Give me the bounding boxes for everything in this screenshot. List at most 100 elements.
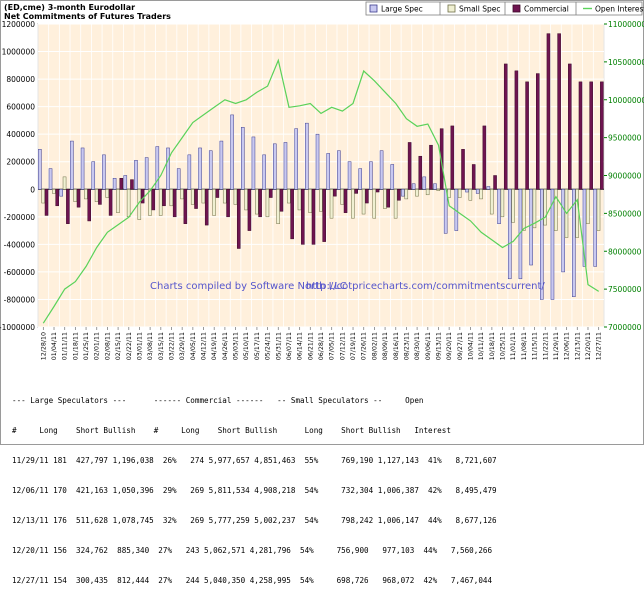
x-tick-label: 08/02/11: [371, 332, 378, 360]
bar-commercial: [172, 189, 177, 218]
bar-small-spec: [255, 189, 259, 215]
bar-large-spec: [144, 157, 149, 190]
bar-commercial: [311, 189, 316, 245]
bar-large-spec: [166, 147, 170, 190]
bar-commercial: [269, 189, 273, 198]
legend-open-interest-label: Open Interest: [595, 5, 644, 14]
x-tick-label: 11/29/11: [553, 332, 560, 360]
bar-large-spec: [358, 168, 362, 190]
y-tick-left: 600000: [6, 103, 35, 112]
bar-commercial: [375, 189, 380, 193]
bar-small-spec: [383, 189, 387, 209]
bar-commercial: [301, 189, 305, 245]
bar-commercial: [108, 189, 113, 216]
bar-large-spec: [379, 150, 384, 190]
bar-small-spec: [190, 189, 195, 205]
bar-commercial: [471, 164, 476, 190]
y-tick-right: 10500000: [608, 58, 644, 67]
bar-commercial: [397, 189, 401, 201]
bar-small-spec: [479, 189, 483, 200]
y-tick-right: 8000000: [608, 247, 642, 256]
bar-small-spec: [297, 189, 302, 211]
bar-small-spec: [148, 189, 152, 216]
bar-commercial: [119, 178, 124, 190]
bar-small-spec: [41, 189, 45, 204]
bar-large-spec: [102, 154, 106, 190]
legend-large-spec-label: Large Spec: [381, 5, 423, 14]
x-tick-label: 09/13/11: [435, 332, 442, 360]
bar-small-spec: [116, 189, 120, 213]
y-tick-right: 9000000: [608, 172, 642, 181]
bar-large-spec: [273, 143, 277, 190]
x-tick-label: 05/31/11: [275, 332, 282, 360]
bar-large-spec: [198, 147, 202, 190]
bar-small-spec: [425, 189, 430, 196]
bar-commercial: [418, 155, 423, 190]
bar-small-spec: [500, 189, 505, 218]
bar-commercial: [525, 81, 529, 190]
y-tick-right: 7500000: [608, 285, 642, 294]
bar-large-spec: [70, 140, 74, 190]
x-tick-label: 12/27/11: [596, 332, 603, 360]
x-tick-label: 01/04/11: [51, 332, 58, 360]
bar-large-spec: [262, 154, 266, 190]
bar-small-spec: [308, 189, 312, 213]
x-tick-label: 08/23/11: [403, 332, 410, 360]
bar-large-spec: [80, 147, 85, 190]
cot-chart: 1200000 1000000 800000 600000 400000 200000 0 -…: [0, 1, 644, 360]
y-tick-left: -1000000: [0, 323, 35, 332]
y-tick-left: -400000: [4, 240, 36, 249]
bar-large-spec: [326, 153, 330, 190]
bar-commercial: [322, 189, 326, 242]
x-tick-label: 02/22/11: [126, 332, 133, 360]
bar-large-spec: [561, 189, 565, 273]
bar-small-spec: [158, 189, 163, 216]
x-tick-label: 12/28/10: [40, 332, 47, 360]
bar-small-spec: [233, 189, 238, 205]
bar-commercial: [258, 189, 262, 218]
bar-commercial: [386, 189, 391, 208]
x-tick-label: 10/25/11: [500, 332, 507, 360]
bar-commercial: [536, 73, 540, 190]
x-tick-label: 03/15/11: [158, 332, 165, 360]
table-row: 12/27/11 154 300,435 812,444 27% 244 5,0…: [12, 576, 493, 585]
bar-small-spec: [84, 189, 88, 200]
x-tick-label: 08/16/11: [393, 332, 400, 360]
bar-large-spec: [91, 161, 96, 190]
bar-small-spec: [105, 189, 110, 198]
bar-large-spec: [411, 183, 416, 190]
bar-small-spec: [201, 189, 206, 204]
bar-large-spec: [219, 140, 224, 190]
bar-small-spec: [265, 189, 270, 218]
bar-large-spec: [315, 133, 320, 190]
x-tick-label: 09/20/11: [446, 332, 453, 360]
bar-commercial: [503, 63, 508, 190]
bar-large-spec: [486, 186, 491, 190]
y-tick-left: 1200000: [2, 20, 36, 29]
bar-commercial: [514, 70, 519, 190]
bar-commercial: [98, 189, 102, 205]
x-tick-label: 09/06/11: [425, 332, 432, 360]
x-tick-label: 12/20/11: [585, 332, 592, 360]
bar-large-spec: [38, 149, 42, 190]
watermark-line2: http://cotpricecharts.com/commitmentscur…: [306, 281, 545, 292]
bar-commercial: [66, 189, 70, 224]
y-tick-left: 0: [30, 185, 35, 194]
bar-commercial: [247, 189, 252, 231]
bar-large-spec: [422, 176, 427, 190]
bar-commercial: [461, 149, 465, 190]
bar-commercial: [589, 81, 593, 190]
bar-commercial: [450, 125, 455, 190]
bar-commercial: [44, 189, 49, 216]
x-tick-label: 04/26/11: [222, 332, 229, 360]
bar-small-spec: [212, 189, 216, 216]
x-tick-label: 01/11/11: [62, 332, 69, 360]
x-tick-label: 03/08/11: [147, 332, 154, 360]
bar-small-spec: [52, 189, 56, 194]
bar-large-spec: [294, 128, 298, 190]
bar-commercial: [76, 189, 81, 208]
bar-small-spec: [62, 176, 67, 190]
y-tick-left: 200000: [6, 158, 35, 167]
bar-large-spec: [48, 168, 53, 190]
bar-small-spec: [489, 189, 494, 215]
